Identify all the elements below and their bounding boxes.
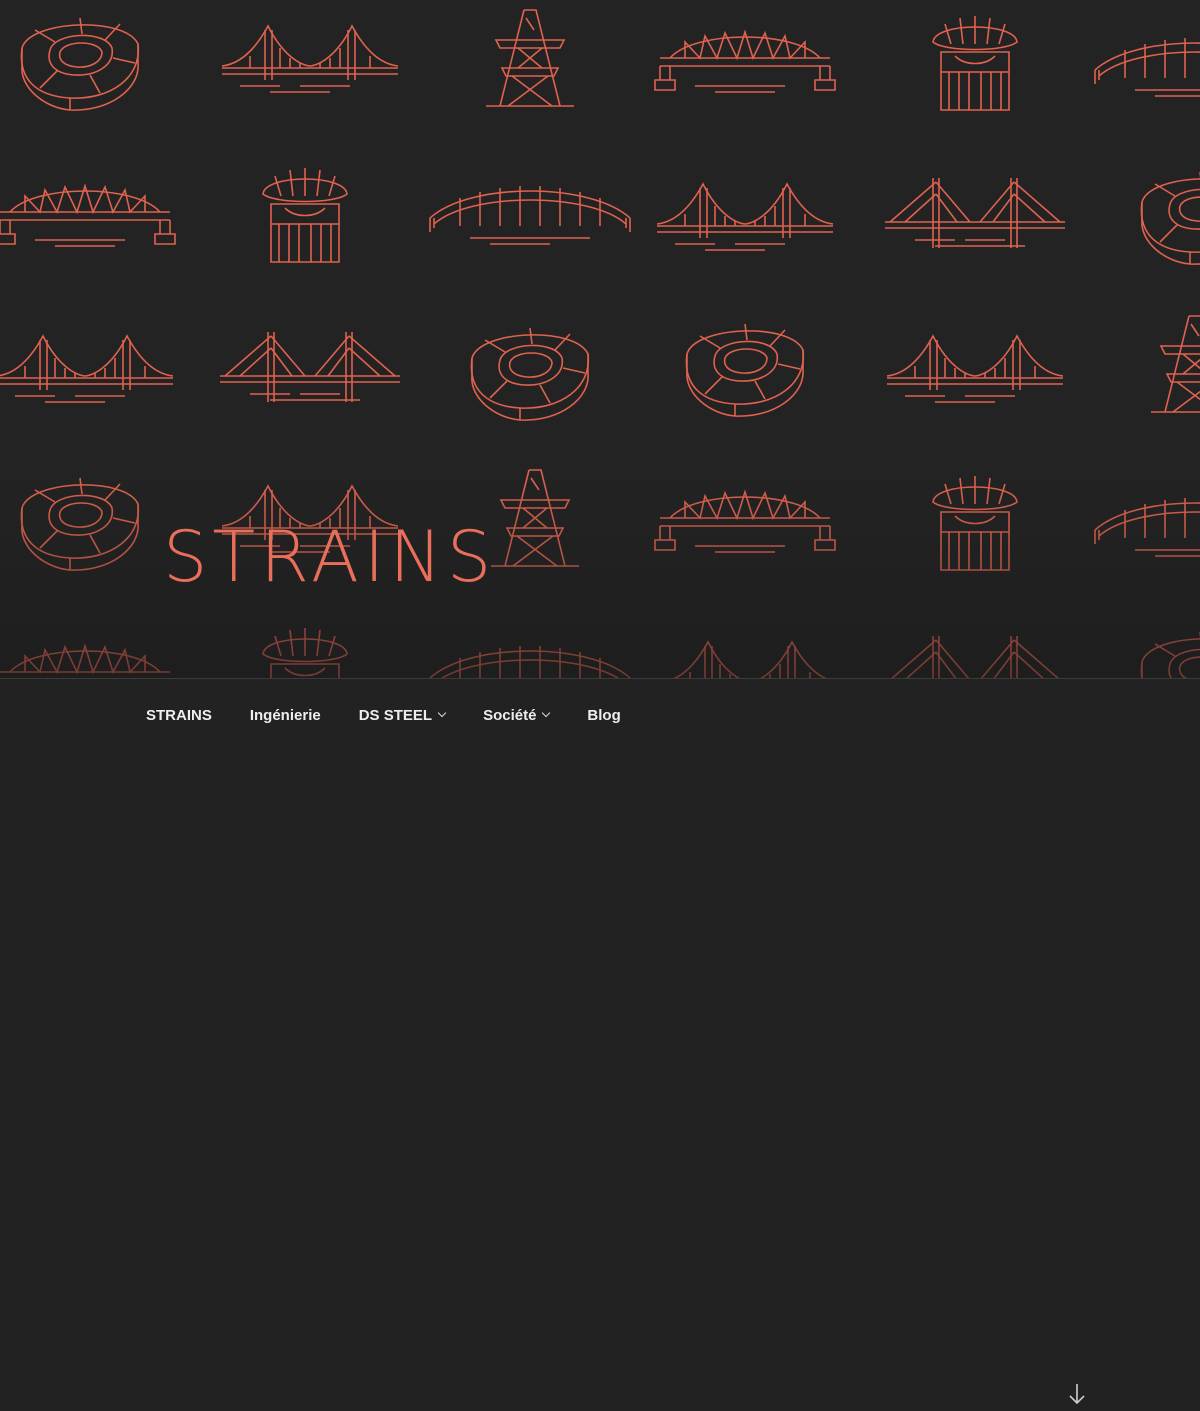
nav-item-strains[interactable]: STRAINS <box>146 707 212 724</box>
site-title[interactable]: STRAINS <box>163 522 496 592</box>
nav-menu: STRAINS Ingénierie DS STEEL Société Blog <box>146 679 659 751</box>
nav-item-blog[interactable]: Blog <box>587 707 620 724</box>
nav-item-label: STRAINS <box>146 706 212 724</box>
nav-item-societe[interactable]: Société <box>483 706 551 724</box>
hero-header: STRAINS <box>0 0 1200 678</box>
nav-item-label: DS STEEL <box>358 706 433 724</box>
chevron-down-icon <box>437 708 447 718</box>
nav-item-label: Société <box>483 706 537 724</box>
chevron-down-icon <box>542 708 551 718</box>
arrow-down-icon[interactable] <box>1066 1382 1088 1406</box>
nav-item-label: Blog <box>587 706 621 724</box>
nav-item-ds-steel[interactable]: DS STEEL <box>358 706 447 724</box>
nav-item-label: Ingénierie <box>249 706 321 724</box>
nav-item-ingenierie[interactable]: Ingénierie <box>250 707 321 724</box>
main-navigation: STRAINS Ingénierie DS STEEL Société Blog <box>0 678 1200 1405</box>
